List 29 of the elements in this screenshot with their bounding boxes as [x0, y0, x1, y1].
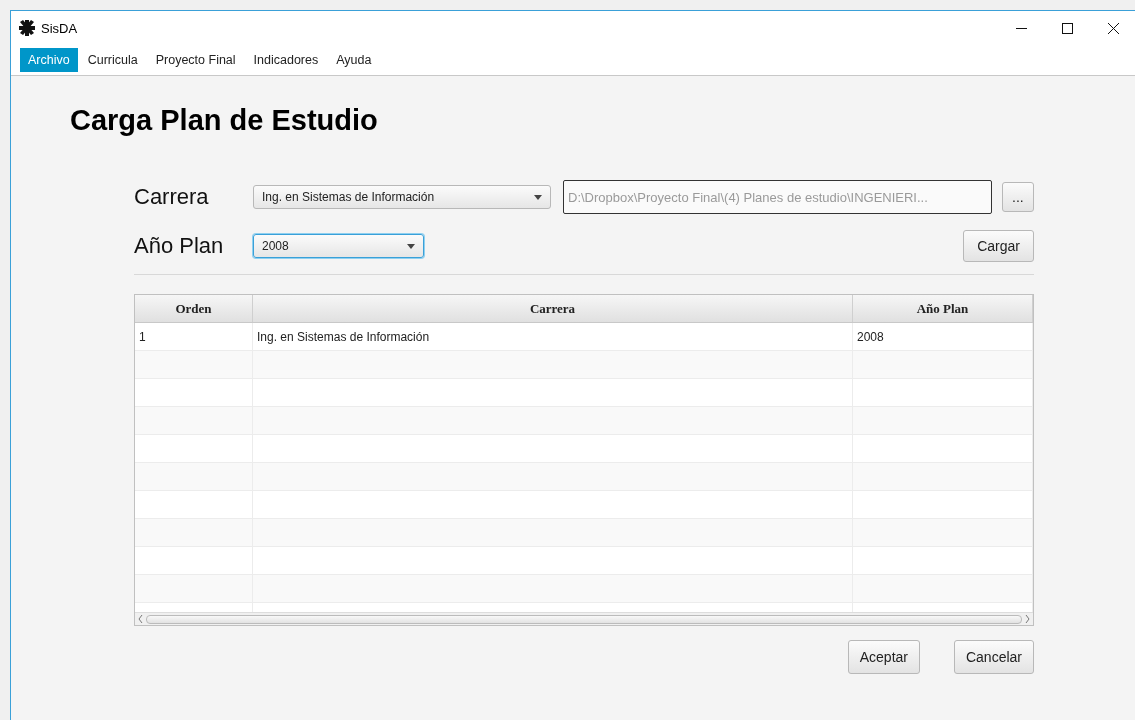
browse-button[interactable]: ... — [1002, 182, 1034, 212]
table-cell: 2008 — [853, 323, 1033, 350]
column-header[interactable]: Año Plan — [853, 295, 1033, 322]
minimize-icon[interactable] — [1015, 27, 1027, 29]
window-title: SisDA — [41, 20, 79, 36]
app-logo-icon — [19, 20, 35, 36]
field-label: Año Plan — [134, 233, 225, 259]
scroll-right-icon[interactable] — [1025, 615, 1030, 623]
scroll-left-icon[interactable] — [138, 615, 143, 623]
page-heading: Carga Plan de Estudio — [70, 104, 379, 137]
table-cell: 1 — [135, 323, 253, 350]
column-header[interactable]: Carrera — [253, 295, 853, 322]
year-dropdown[interactable]: 2008 — [253, 234, 424, 258]
table-cell: Ing. en Sistemas de Información — [253, 323, 853, 350]
accept-button[interactable]: Aceptar — [847, 640, 920, 674]
field-label: Carrera — [134, 184, 210, 210]
load-button[interactable]: Cargar — [963, 230, 1034, 262]
menu-item[interactable]: Ayuda — [328, 48, 380, 72]
dropdown-caret-icon — [407, 243, 415, 249]
menu-item[interactable]: Curricula — [79, 48, 146, 72]
dropdown-caret-icon — [534, 194, 542, 200]
career-dropdown[interactable]: Ing. en Sistemas de Información — [253, 185, 551, 209]
horizontal-scrollbar[interactable] — [135, 612, 1033, 625]
column-header[interactable]: Orden — [135, 295, 253, 322]
close-icon[interactable] — [1107, 22, 1119, 34]
maximize-icon[interactable] — [1061, 22, 1073, 34]
menu-item[interactable]: Indicadores — [245, 48, 327, 72]
menu-item[interactable]: Proyecto Final — [147, 48, 244, 72]
cancel-button[interactable]: Cancelar — [953, 640, 1034, 674]
